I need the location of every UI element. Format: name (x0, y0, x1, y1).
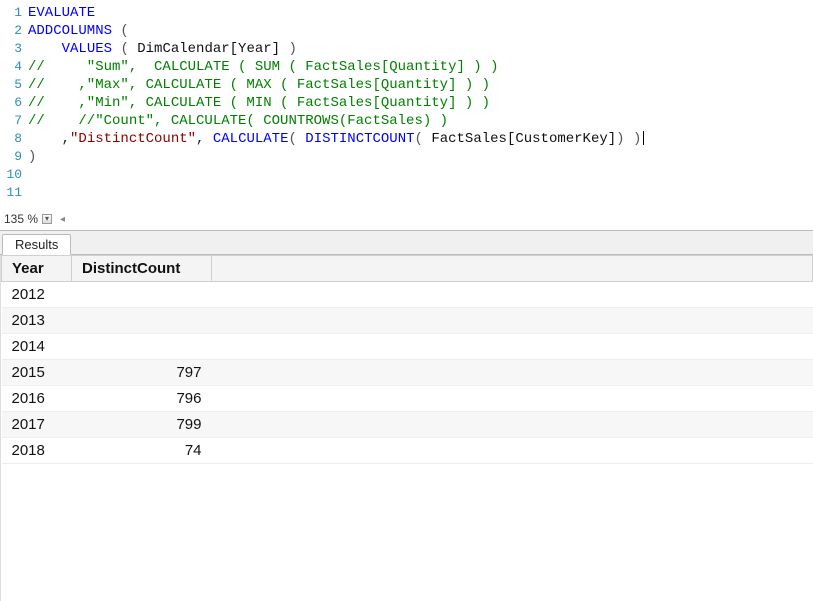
cell-empty (212, 334, 813, 360)
line-number: 9 (0, 148, 28, 166)
table-row[interactable]: 2016796 (2, 386, 813, 412)
code-content[interactable]: // //"Count", CALCULATE( COUNTROWS(FactS… (28, 112, 813, 130)
line-number: 5 (0, 76, 28, 94)
line-number: 8 (0, 130, 28, 148)
zoom-dropdown-icon[interactable]: ▾ (42, 214, 52, 224)
line-number: 1 (0, 4, 28, 22)
cell-year[interactable]: 2015 (2, 360, 72, 386)
table-row[interactable]: 2012 (2, 282, 813, 308)
code-content[interactable]: // ,"Min", CALCULATE ( MIN ( FactSales[Q… (28, 94, 813, 112)
code-line[interactable]: 5// ,"Max", CALCULATE ( MAX ( FactSales[… (0, 76, 813, 94)
line-number: 7 (0, 112, 28, 130)
cell-distinctcount[interactable] (72, 308, 212, 334)
code-line[interactable]: 2ADDCOLUMNS ( (0, 22, 813, 40)
code-content[interactable]: ) (28, 148, 813, 166)
zoom-left-arrow-icon[interactable]: ◂ (60, 214, 65, 225)
line-number: 4 (0, 58, 28, 76)
code-line[interactable]: 9) (0, 148, 813, 166)
table-row[interactable]: 2014 (2, 334, 813, 360)
cell-empty (212, 308, 813, 334)
cell-distinctcount[interactable] (72, 334, 212, 360)
code-line[interactable]: 4// "Sum", CALCULATE ( SUM ( FactSales[Q… (0, 58, 813, 76)
line-number: 2 (0, 22, 28, 40)
code-line[interactable]: 7// //"Count", CALCULATE( COUNTROWS(Fact… (0, 112, 813, 130)
code-line[interactable]: 1EVALUATE (0, 4, 813, 22)
table-row[interactable]: 2017799 (2, 412, 813, 438)
cell-distinctcount[interactable] (72, 282, 212, 308)
cell-empty (212, 360, 813, 386)
column-header-empty (212, 256, 813, 282)
cell-year[interactable]: 2017 (2, 412, 72, 438)
cell-empty (212, 386, 813, 412)
column-header-distinctcount[interactable]: DistinctCount (72, 256, 212, 282)
tab-results[interactable]: Results (2, 234, 71, 255)
code-content[interactable] (28, 166, 813, 184)
code-content[interactable]: // ,"Max", CALCULATE ( MAX ( FactSales[Q… (28, 76, 813, 94)
zoom-bar: 135 % ▾ ◂ (0, 206, 813, 230)
text-cursor-icon (643, 131, 644, 145)
cell-year[interactable]: 2018 (2, 438, 72, 464)
results-grid[interactable]: Year DistinctCount 201220132014201579720… (0, 255, 813, 601)
table-row[interactable]: 2015797 (2, 360, 813, 386)
cell-empty (212, 438, 813, 464)
line-number: 6 (0, 94, 28, 112)
results-table: Year DistinctCount 201220132014201579720… (1, 255, 813, 464)
code-content[interactable]: ,"DistinctCount", CALCULATE( DISTINCTCOU… (28, 130, 813, 148)
code-line[interactable]: 10 (0, 166, 813, 184)
code-line[interactable]: 6// ,"Min", CALCULATE ( MIN ( FactSales[… (0, 94, 813, 112)
code-content[interactable]: ADDCOLUMNS ( (28, 22, 813, 40)
table-row[interactable]: 201874 (2, 438, 813, 464)
code-content[interactable]: VALUES ( DimCalendar[Year] ) (28, 40, 813, 58)
results-tabstrip: Results (0, 231, 813, 255)
zoom-value: 135 % (4, 212, 38, 226)
column-header-year[interactable]: Year (2, 256, 72, 282)
code-editor[interactable]: 1EVALUATE2ADDCOLUMNS (3 VALUES ( DimCale… (0, 0, 813, 206)
code-content[interactable]: // "Sum", CALCULATE ( SUM ( FactSales[Qu… (28, 58, 813, 76)
results-pane: Results Year DistinctCount 2012201320142… (0, 230, 813, 601)
cell-empty (212, 282, 813, 308)
cell-distinctcount[interactable]: 796 (72, 386, 212, 412)
code-content[interactable]: EVALUATE (28, 4, 813, 22)
cell-distinctcount[interactable]: 74 (72, 438, 212, 464)
cell-empty (212, 412, 813, 438)
code-line[interactable]: 3 VALUES ( DimCalendar[Year] ) (0, 40, 813, 58)
code-content[interactable] (28, 184, 813, 202)
cell-year[interactable]: 2012 (2, 282, 72, 308)
cell-year[interactable]: 2016 (2, 386, 72, 412)
line-number: 11 (0, 184, 28, 202)
line-number: 3 (0, 40, 28, 58)
cell-year[interactable]: 2013 (2, 308, 72, 334)
line-number: 10 (0, 166, 28, 184)
cell-distinctcount[interactable]: 799 (72, 412, 212, 438)
table-row[interactable]: 2013 (2, 308, 813, 334)
cell-distinctcount[interactable]: 797 (72, 360, 212, 386)
cell-year[interactable]: 2014 (2, 334, 72, 360)
code-line[interactable]: 11 (0, 184, 813, 202)
code-line[interactable]: 8 ,"DistinctCount", CALCULATE( DISTINCTC… (0, 130, 813, 148)
